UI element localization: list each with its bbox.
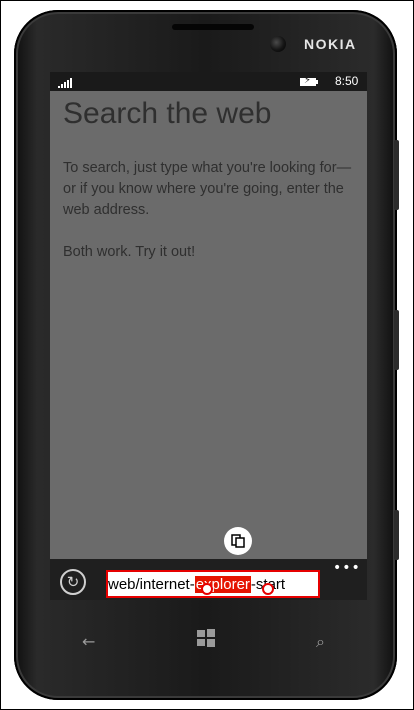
address-text-before: web/internet-: [108, 576, 195, 593]
status-time: 8:50: [335, 74, 359, 88]
signal-bars-icon: [58, 78, 78, 88]
brand-logo: NOKIA: [304, 36, 357, 52]
volume-button: [394, 140, 399, 210]
paste-button[interactable]: [224, 527, 252, 555]
status-bar: ⚡ 8:50: [50, 72, 367, 91]
front-camera-icon: [270, 36, 286, 52]
camera-button: [394, 510, 399, 560]
page-title: Search the web: [63, 97, 272, 130]
selection-start-handle[interactable]: [201, 583, 213, 595]
more-options-button[interactable]: •••: [333, 561, 361, 575]
phone-body: NOKIA ⚡ 8:50 Search the web To search, j…: [14, 10, 399, 700]
selection-end-handle[interactable]: [262, 583, 274, 595]
hint-text: Both work. Try it out!: [63, 244, 196, 260]
address-text[interactable]: web/internet-explorer-start: [108, 575, 285, 594]
start-button[interactable]: [196, 629, 216, 651]
refresh-icon: ↻: [66, 573, 80, 591]
app-bar: ↻ web/internet-explorer-start •••: [50, 559, 367, 600]
instructions-text: To search, just type what you're looking…: [63, 160, 352, 218]
battery-charging-icon: ⚡: [300, 75, 320, 87]
refresh-button[interactable]: ↻: [60, 569, 86, 595]
back-button[interactable]: ←: [82, 632, 95, 651]
windows-logo-icon: [197, 629, 215, 647]
power-button: [394, 310, 399, 370]
earpiece: [172, 24, 254, 30]
address-bar[interactable]: web/internet-explorer-start: [106, 570, 320, 598]
paste-icon: [231, 534, 245, 548]
phone-screen: ⚡ 8:50 Search the web To search, just ty…: [50, 72, 367, 600]
search-button[interactable]: ⌕: [316, 632, 325, 652]
